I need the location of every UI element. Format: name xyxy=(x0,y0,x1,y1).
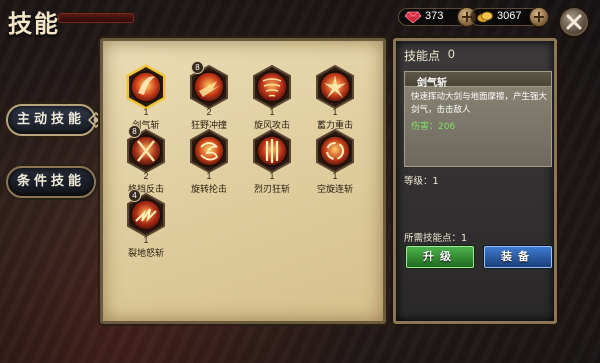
skill-points-label: 技能点 xyxy=(404,49,441,63)
spin-strike-icon xyxy=(190,128,228,174)
skill-slot[interactable]: 1 烈刃狂斩 xyxy=(242,127,302,199)
skill-name: 旋转抡击 xyxy=(190,185,227,195)
skill-level: 1 xyxy=(143,235,149,245)
skill-level: 2 xyxy=(206,107,212,117)
gem-counter: 373 + xyxy=(398,7,477,27)
skill-level: 1 xyxy=(206,171,212,181)
skill-slot[interactable]: 1 旋风攻击 xyxy=(242,63,302,135)
skill-level: 1 xyxy=(143,107,149,117)
gold-coin-icon xyxy=(477,11,493,23)
skill-level: 1 xyxy=(269,171,275,181)
required-points-text: 所需技能点：1 xyxy=(404,233,468,244)
skill-slot[interactable]: 1 空旋连斩 xyxy=(305,127,365,199)
skill-level: 1 xyxy=(332,107,338,117)
selected-skill-name: 剑气斩 xyxy=(417,78,447,89)
skill-slot[interactable]: 8 2 狂野冲撞 xyxy=(179,61,239,135)
skill-description: 快速挥动大剑与地面摩擦，产生强大剑气，击击敌人 xyxy=(411,92,548,115)
skill-slot[interactable]: 4 1 裂地怒斩 xyxy=(116,189,176,263)
skill-description-box: 剑气斩 快速挥动大剑与地面摩擦，产生强大剑气，击击敌人 伤害：206 xyxy=(404,71,552,167)
equip-button[interactable]: 装备 xyxy=(484,246,552,268)
skill-slot[interactable]: 1 旋转抡击 xyxy=(179,127,239,199)
page-title: 技能 xyxy=(8,10,60,38)
red-gem-icon xyxy=(405,11,421,23)
skill-detail-panel: 技能点 0 剑气斩 快速挥动大剑与地面摩擦，产生强大剑气，击击敌人 伤害：206… xyxy=(393,38,557,324)
gem-count: 373 xyxy=(425,10,444,22)
tab-condition-skills[interactable]: 条件技能 xyxy=(6,166,96,198)
title-decor-bar xyxy=(58,13,134,23)
charge-smash-icon xyxy=(316,64,354,110)
tab-active-skills[interactable]: 主动技能 xyxy=(6,104,96,136)
upgrade-button[interactable]: 升级 xyxy=(406,246,474,268)
skill-slot[interactable]: 1 剑气斩 xyxy=(116,63,176,135)
skill-name: 空旋连斩 xyxy=(316,185,353,195)
skill-level: 1 xyxy=(332,171,338,181)
gold-count: 3067 xyxy=(497,10,522,22)
skill-level: 2 xyxy=(143,171,149,181)
gold-counter: 3067 + xyxy=(470,7,549,27)
air-spin-icon xyxy=(316,128,354,174)
add-gold-button[interactable]: + xyxy=(529,7,549,27)
skill-name: 烈刃狂斩 xyxy=(253,185,290,195)
skill-badge: 8 xyxy=(128,125,141,138)
skill-points-value: 0 xyxy=(448,47,455,61)
sword-slash-icon xyxy=(126,64,166,110)
skills-panel: 1 剑气斩 8 2 狂野冲撞 1 旋风攻击 1 蓄力重击 8 2 格挡反击 1 … xyxy=(100,38,386,324)
skill-slot[interactable]: 8 2 格挡反击 xyxy=(116,125,176,199)
whirlwind-icon xyxy=(253,64,291,110)
close-icon xyxy=(566,14,582,30)
description-header: 剑气斩 xyxy=(405,72,551,89)
skill-slot[interactable]: 1 蓄力重击 xyxy=(305,63,365,135)
fierce-blade-icon xyxy=(253,128,291,174)
skill-badge: 8 xyxy=(191,61,204,74)
skill-level: 1 xyxy=(269,107,275,117)
skill-level-text: 等级：1 xyxy=(404,176,439,187)
skill-damage: 伤害：206 xyxy=(411,122,456,132)
skill-badge: 4 xyxy=(128,189,141,202)
close-button[interactable] xyxy=(558,6,590,38)
skill-name: 裂地怒斩 xyxy=(127,249,164,259)
